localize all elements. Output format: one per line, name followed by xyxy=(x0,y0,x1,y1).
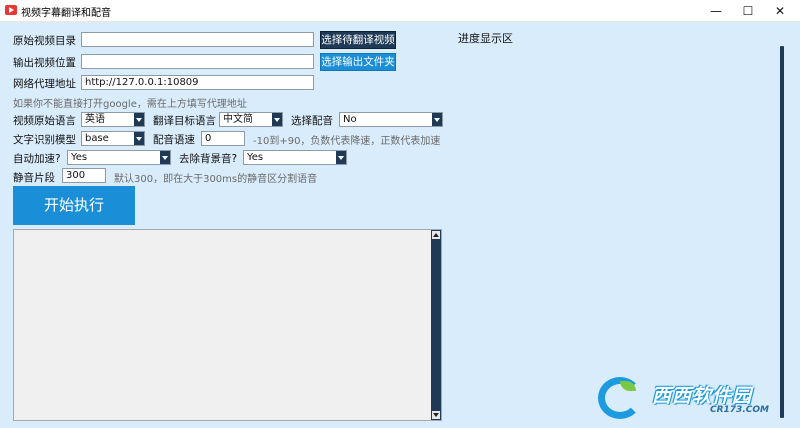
silence-hint: 默认300，即在大于300ms的静音区分割语音 xyxy=(114,174,318,185)
select-video-button[interactable]: 选择待翻译视频 xyxy=(320,31,396,49)
asr-model-label: 文字识别模型 xyxy=(13,134,76,146)
app-logo-icon xyxy=(5,5,17,15)
log-scrollbar[interactable] xyxy=(431,230,441,420)
chevron-down-icon xyxy=(272,113,282,126)
close-button[interactable]: ✕ xyxy=(760,0,800,22)
watermark-brand: 西西软件园 xyxy=(652,385,753,407)
window-title: 视频字幕翻译和配音 xyxy=(21,8,111,19)
proxy-label: 网络代理地址 xyxy=(13,78,76,90)
title-bar: 视频字幕翻译和配音 — ☐ ✕ xyxy=(0,0,800,22)
silence-label: 静音片段 xyxy=(13,172,55,184)
source-lang-select[interactable]: 英语 xyxy=(81,112,145,127)
silence-input[interactable]: 300 xyxy=(62,168,106,183)
chevron-down-icon xyxy=(336,151,346,164)
voice-rate-hint: -10到+90，负数代表降速，正数代表加速 xyxy=(253,136,441,147)
auto-speed-value: Yes xyxy=(71,152,88,163)
output-dir-label: 输出视频位置 xyxy=(13,57,76,69)
progress-scrollbar[interactable] xyxy=(780,46,784,418)
proxy-hint: 如果你不能直接打开google，需在上方填写代理地址 xyxy=(13,99,247,110)
asr-model-value: base xyxy=(85,133,109,144)
voice-rate-input[interactable]: 0 xyxy=(201,131,245,146)
chevron-down-icon xyxy=(160,151,170,164)
select-output-button[interactable]: 选择输出文件夹 xyxy=(320,53,396,71)
voice-rate-label: 配音语速 xyxy=(153,134,195,146)
log-textarea[interactable] xyxy=(13,229,442,421)
auto-speed-label: 自动加速? xyxy=(13,153,61,165)
target-lang-label: 翻译目标语言 xyxy=(153,115,216,127)
chevron-down-icon xyxy=(134,132,144,145)
voice-select[interactable]: No xyxy=(339,112,443,127)
scroll-up-icon[interactable] xyxy=(432,231,440,239)
asr-model-select[interactable]: base xyxy=(81,131,145,146)
source-lang-value: 英语 xyxy=(85,114,105,125)
auto-speed-select[interactable]: Yes xyxy=(67,150,171,165)
remove-bg-label: 去除背景音? xyxy=(179,153,238,165)
voice-value: No xyxy=(343,114,357,125)
source-dir-label: 原始视频目录 xyxy=(13,35,76,47)
watermark-url: CR173.COM xyxy=(710,405,769,415)
remove-bg-value: Yes xyxy=(247,152,264,163)
source-dir-input[interactable] xyxy=(81,32,314,47)
watermark-logo: 西西软件园 CR173.COM xyxy=(598,377,782,419)
proxy-input[interactable]: http://127.0.0.1:10809 xyxy=(81,75,314,90)
voice-label: 选择配音 xyxy=(291,115,333,127)
chevron-down-icon xyxy=(432,113,442,126)
chevron-down-icon xyxy=(134,113,144,126)
start-button[interactable]: 开始执行 xyxy=(13,186,135,225)
remove-bg-select[interactable]: Yes xyxy=(243,150,347,165)
output-dir-input[interactable] xyxy=(81,54,314,69)
target-lang-value: 中文简 xyxy=(223,114,253,125)
source-lang-label: 视频原始语言 xyxy=(13,115,76,127)
scroll-down-icon[interactable] xyxy=(432,411,440,419)
target-lang-select[interactable]: 中文简 xyxy=(219,112,283,127)
progress-title: 进度显示区 xyxy=(458,32,513,45)
